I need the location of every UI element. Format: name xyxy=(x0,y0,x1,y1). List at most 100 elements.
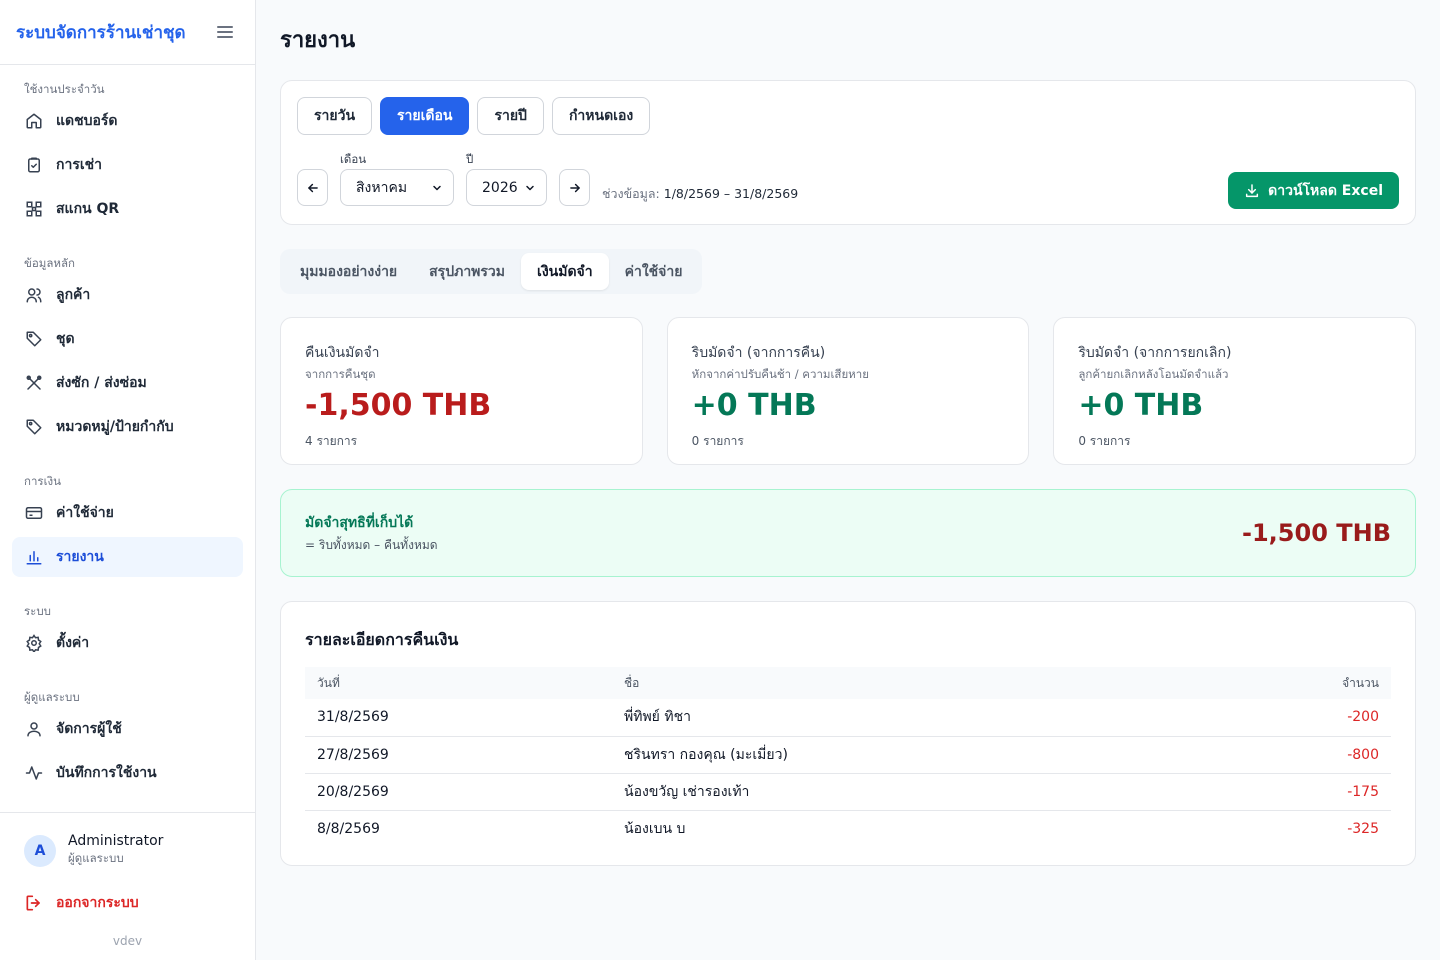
tab-expenses[interactable]: ค่าใช้จ่าย xyxy=(609,253,699,290)
stat-card-refunds: คืนเงินมัดจำ จากการคืนชุด -1,500 THB 4 ร… xyxy=(280,317,643,465)
cell-amount: -200 xyxy=(1200,699,1391,737)
sidebar-section-label: ผู้ดูแลระบบ xyxy=(24,690,80,704)
tab-yearly[interactable]: รายปี xyxy=(477,97,544,135)
sidebar-item-label: สแกน QR xyxy=(56,201,120,217)
sidebar-item-laundry-repair[interactable]: ส่งซัก / ส่งซ่อม xyxy=(12,363,243,403)
cell-amount: -800 xyxy=(1200,736,1391,774)
chevron-down-icon xyxy=(433,185,441,190)
sidebar-item-reports[interactable]: รายงาน xyxy=(12,537,243,577)
users-icon xyxy=(24,285,44,305)
sidebar-item-rentals[interactable]: การเช่า xyxy=(12,145,243,185)
stat-subtitle: ลูกค้ายกเลิกหลังโอนมัดจำแล้ว xyxy=(1078,367,1229,381)
stat-value: +0 THB xyxy=(1078,388,1204,423)
sidebar-item-settings[interactable]: ตั้งค่า xyxy=(12,623,243,663)
user-name: Administrator xyxy=(68,833,164,849)
app-title: ระบบจัดการร้านเช่าชุด xyxy=(16,22,186,43)
menu-toggle-icon[interactable] xyxy=(217,26,233,38)
sidebar-section-label: ข้อมูลหลัก xyxy=(24,256,75,270)
sidebar-item-label: บันทึกการใช้งาน xyxy=(56,765,157,781)
sidebar-item-label: ชุด xyxy=(56,331,75,347)
year-select[interactable]: 2026 xyxy=(466,169,547,206)
tools-icon xyxy=(24,373,44,393)
main-content: รายงาน รายวัน รายเดือน รายปี กำหนดเอง เด… xyxy=(256,0,1440,960)
refund-detail-card: รายละเอียดการคืนเงิน วันที่ ชื่อ จำนวน 3… xyxy=(280,601,1416,866)
table-header-row: วันที่ ชื่อ จำนวน xyxy=(305,667,1391,699)
stat-subtitle: จากการคืนชุด xyxy=(305,367,376,381)
month-field: เดือน สิงหาคม xyxy=(340,151,454,206)
date-range-value: 1/8/2569 – 31/8/2569 xyxy=(663,186,799,201)
sidebar-item-label: ลูกค้า xyxy=(56,287,91,303)
sidebar-item-expenses[interactable]: ค่าใช้จ่าย xyxy=(12,493,243,533)
home-icon xyxy=(24,111,44,131)
user-icon xyxy=(24,719,44,739)
stat-title: ริบมัดจำ (จากการยกเลิก) xyxy=(1078,345,1232,361)
cell-date: 27/8/2569 xyxy=(305,736,612,774)
label-icon xyxy=(24,417,44,437)
sidebar-header: ระบบจัดการร้านเช่าชุด xyxy=(0,0,255,65)
cell-name: ชรินทรา กองคุณ (มะเมี่ยว) xyxy=(612,736,1201,774)
column-header-date: วันที่ xyxy=(317,675,340,690)
sidebar-item-label: จัดการผู้ใช้ xyxy=(56,721,122,737)
stat-value: -1,500 THB xyxy=(305,388,492,423)
arrow-right-icon xyxy=(569,183,580,192)
month-value: สิงหาคม xyxy=(356,179,408,196)
month-select[interactable]: สิงหาคม xyxy=(340,169,454,206)
tab-custom[interactable]: กำหนดเอง xyxy=(551,97,651,135)
page-title: รายงาน xyxy=(280,28,356,53)
table-row: 8/8/2569 น้องเบน บ -325 xyxy=(305,810,1391,847)
stat-count: 0 รายการ xyxy=(691,434,744,448)
net-deposit-title: มัดจำสุทธิที่เก็บได้ xyxy=(305,514,414,531)
filter-row: เดือน สิงหาคม ปี 2026 ช่วงข้อมูล: 1/8/25… xyxy=(297,151,798,206)
sidebar-item-scan-qr[interactable]: สแกน QR xyxy=(12,189,243,229)
clipboard-icon xyxy=(24,155,44,175)
cell-name: น้องขวัญ เช่ารองเท้า xyxy=(612,773,1201,811)
logout-button[interactable]: ออกจากระบบ xyxy=(24,892,231,914)
logout-label: ออกจากระบบ xyxy=(56,895,139,911)
filter-card: รายวัน รายเดือน รายปี กำหนดเอง เดือน สิง… xyxy=(280,80,1416,225)
sidebar-item-dashboard[interactable]: แดชบอร์ด xyxy=(12,101,243,141)
tab-overview[interactable]: สรุปภาพรวม xyxy=(413,253,521,290)
cell-amount: -175 xyxy=(1200,773,1391,811)
download-excel-button[interactable]: ดาวน์โหลด Excel xyxy=(1228,172,1399,209)
refund-detail-title: รายละเอียดการคืนเงิน xyxy=(305,630,459,649)
gear-icon xyxy=(24,633,44,653)
activity-icon xyxy=(24,763,44,783)
sidebar-item-label: การเช่า xyxy=(56,157,103,173)
tab-simple-view[interactable]: มุมมองอย่างง่าย xyxy=(284,253,413,290)
year-field: ปี 2026 xyxy=(466,151,547,206)
year-value: 2026 xyxy=(482,179,518,196)
sidebar-item-categories[interactable]: หมวดหมู่/ป้ายกำกับ xyxy=(12,407,243,447)
cell-name: พี่ทิพย์ ทิชา xyxy=(612,699,1201,737)
table-row: 20/8/2569 น้องขวัญ เช่ารองเท้า -175 xyxy=(305,773,1391,811)
period-tabs: รายวัน รายเดือน รายปี กำหนดเอง xyxy=(297,97,1399,135)
stat-subtitle: หักจากค่าปรับคืนช้า / ความเสียหาย xyxy=(691,367,869,381)
sidebar-nav: ใช้งานประจำวัน แดชบอร์ด การเช่า สแกน QR … xyxy=(0,65,255,812)
stat-count: 0 รายการ xyxy=(1078,434,1131,448)
stat-title: คืนเงินมัดจำ xyxy=(305,345,380,361)
tab-monthly[interactable]: รายเดือน xyxy=(380,97,470,135)
app-version: vdev xyxy=(112,934,143,948)
month-label: เดือน xyxy=(340,152,367,166)
tab-deposits[interactable]: เงินมัดจำ xyxy=(521,253,609,290)
sidebar-item-label: รายงาน xyxy=(56,549,104,565)
view-tabs: มุมมองอย่างง่าย สรุปภาพรวม เงินมัดจำ ค่า… xyxy=(280,249,703,294)
card-icon xyxy=(24,503,44,523)
sidebar-item-customers[interactable]: ลูกค้า xyxy=(12,275,243,315)
sidebar-item-activity-log[interactable]: บันทึกการใช้งาน xyxy=(12,753,243,793)
net-deposit-card: มัดจำสุทธิที่เก็บได้ = ริบทั้งหมด – คืนท… xyxy=(280,489,1416,577)
prev-period-button[interactable] xyxy=(297,169,328,206)
user-role: ผู้ดูแลระบบ xyxy=(68,851,124,865)
cell-date: 20/8/2569 xyxy=(305,773,612,811)
stat-value: +0 THB xyxy=(691,388,817,423)
sidebar-item-label: ตั้งค่า xyxy=(56,635,90,651)
next-period-button[interactable] xyxy=(559,169,590,206)
tab-daily[interactable]: รายวัน xyxy=(297,97,373,135)
sidebar-footer: A Administrator ผู้ดูแลระบบ ออกจากระบบ v… xyxy=(0,812,255,960)
stat-card-forfeit-returns: ริบมัดจำ (จากการคืน) หักจากค่าปรับคืนช้า… xyxy=(666,317,1030,465)
qr-icon xyxy=(24,199,44,219)
sidebar-item-outfits[interactable]: ชุด xyxy=(12,319,243,359)
sidebar-item-label: ส่งซัก / ส่งซ่อม xyxy=(56,375,147,391)
sidebar-item-user-management[interactable]: จัดการผู้ใช้ xyxy=(12,709,243,749)
user-profile: A Administrator ผู้ดูแลระบบ xyxy=(24,833,231,868)
logout-icon xyxy=(24,893,44,913)
